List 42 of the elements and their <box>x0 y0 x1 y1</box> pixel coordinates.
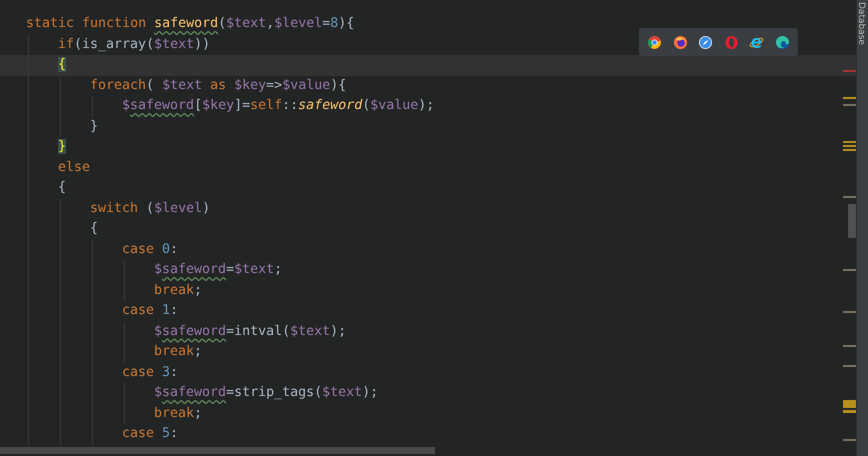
code-line: $safeword[$key]=self::safeword($value); <box>122 98 434 113</box>
code-line: { <box>90 221 98 236</box>
vertical-scrollbar-thumb[interactable] <box>848 204 856 238</box>
code-line: $safeword=$text; <box>154 262 282 277</box>
code-line: break; <box>154 282 202 298</box>
side-panel-tab[interactable]: Database <box>857 2 866 45</box>
firefox-icon[interactable] <box>672 34 688 50</box>
code-line: break; <box>154 406 202 420</box>
error-stripe-mark[interactable] <box>843 145 856 147</box>
code-line: if(is_array($text)) <box>58 36 210 52</box>
error-stripe-mark[interactable] <box>843 196 856 198</box>
chrome-icon[interactable] <box>647 34 662 50</box>
error-stripe-mark[interactable] <box>843 141 856 143</box>
code-line: case 3: <box>122 364 178 380</box>
error-stripe-mark[interactable] <box>843 345 856 347</box>
opera-icon[interactable] <box>724 34 739 50</box>
error-stripe-mark[interactable] <box>843 104 856 106</box>
error-stripe-mark[interactable] <box>843 311 856 313</box>
code-line: else <box>58 160 90 174</box>
code-line: { <box>58 180 66 195</box>
error-stripe-mark[interactable] <box>843 439 856 441</box>
error-stripe-mark[interactable] <box>843 97 856 99</box>
error-stripe-mark[interactable] <box>843 365 856 367</box>
code-line: switch ($level) <box>90 200 210 216</box>
code-line: $safeword=strip_tags($text); <box>154 385 378 400</box>
error-stripe-mark[interactable] <box>843 269 856 271</box>
error-stripe-mark[interactable] <box>843 400 856 408</box>
error-stripe-mark[interactable] <box>843 410 856 413</box>
code-line: static function safeword($text,$level=8){ <box>26 16 354 31</box>
code-line: case 5: <box>122 426 178 441</box>
ie-icon[interactable] <box>749 34 764 50</box>
error-stripe-mark[interactable] <box>843 70 856 72</box>
code-line: $safeword=intval($text); <box>154 324 346 338</box>
code-line: case 1: <box>122 303 178 318</box>
horizontal-scrollbar-thumb[interactable] <box>0 447 435 454</box>
error-stripe-mark[interactable] <box>843 149 856 151</box>
code-line: foreach( $text as $key=>$value){ <box>90 78 346 92</box>
code-line: case 0: <box>122 242 178 256</box>
code-line: break; <box>154 344 202 359</box>
compass-icon[interactable] <box>698 34 714 50</box>
edge-icon[interactable] <box>774 34 790 50</box>
code-line: } <box>90 118 98 134</box>
